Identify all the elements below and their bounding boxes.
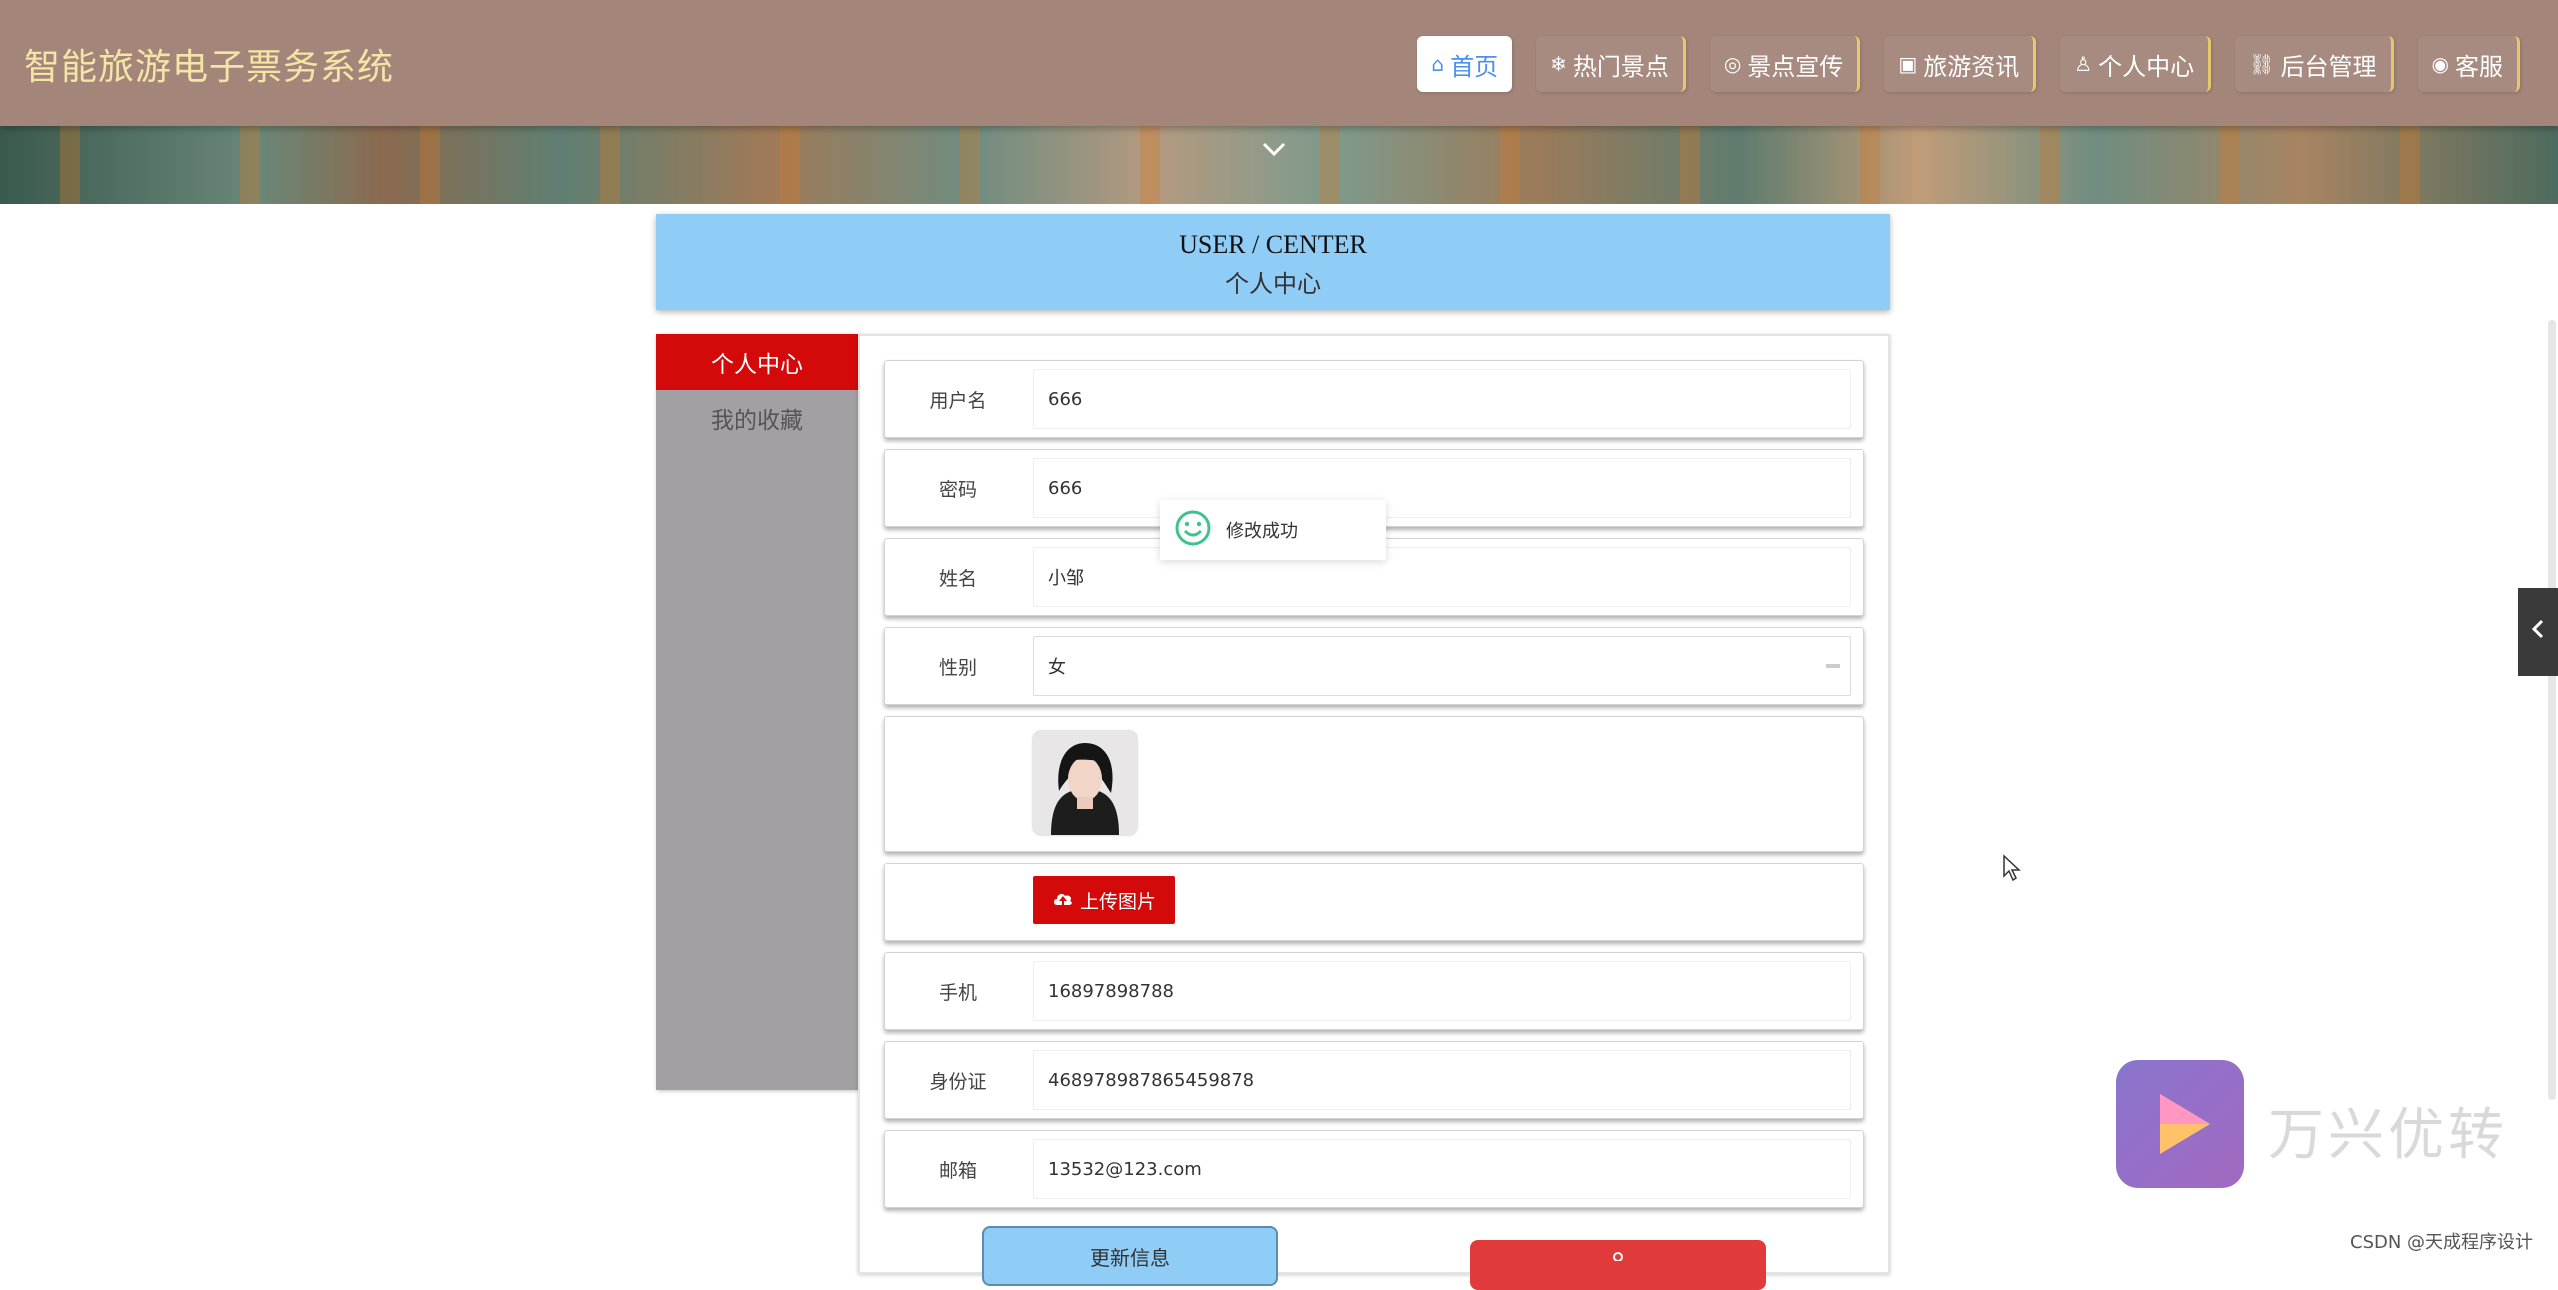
watermark-text: 万兴优转 <box>2268 1103 2508 1168</box>
top-header: 智能旅游电子票务系统 ⌂ 首页 ❄ 热门景点 ◎ 景点宣传 ▣ 旅游资讯 ♙ 个… <box>0 0 2558 126</box>
cloud-upload-icon <box>1052 889 1074 912</box>
password-label: 密码 <box>938 478 977 501</box>
select-caret-icon <box>1826 664 1840 668</box>
nav-travel-news[interactable]: ▣ 旅游资讯 <box>1884 36 2037 92</box>
nav-hot-attractions[interactable]: ❄ 热门景点 <box>1536 36 1686 92</box>
nav-label: 客服 <box>2455 52 2503 81</box>
page-title-en: USER / CENTER <box>1179 230 1367 259</box>
gift-icon: ▣ <box>1898 52 1918 76</box>
gender-select[interactable]: 女 <box>1033 636 1851 696</box>
nav-label: 首页 <box>1450 52 1499 81</box>
nav-admin[interactable]: ⛓ 后台管理 <box>2235 36 2394 92</box>
gender-value: 女 <box>1048 657 1066 678</box>
nav-label: 个人中心 <box>2098 52 2195 81</box>
nav-user-center[interactable]: ♙ 个人中心 <box>2060 36 2212 92</box>
form-row-phone: 手机 16897898788 <box>884 952 1864 1030</box>
success-toast: 修改成功 <box>1160 500 1386 560</box>
smile-icon <box>1174 509 1212 552</box>
email-label: 邮箱 <box>938 1159 977 1182</box>
phone-input[interactable]: 16897898788 <box>1033 961 1851 1021</box>
upload-image-button[interactable]: 上传图片 <box>1033 876 1175 924</box>
form-row-id-card: 身份证 468978987865459878 <box>884 1041 1864 1119</box>
chevron-down-icon[interactable] <box>1256 136 1292 166</box>
support-icon: ◉ <box>2431 52 2449 76</box>
nav-label: 后台管理 <box>2280 52 2377 81</box>
site-title[interactable]: 智能旅游电子票务系统 <box>24 38 394 90</box>
main-nav: ⌂ 首页 ❄ 热门景点 ◎ 景点宣传 ▣ 旅游资讯 ♙ 个人中心 ⛓ 后台管理 … <box>1417 36 2520 92</box>
nav-label: 热门景点 <box>1572 52 1669 81</box>
logout-button[interactable] <box>1470 1240 1766 1290</box>
nav-label: 旅游资讯 <box>1923 52 2020 81</box>
username-input[interactable]: 666 <box>1033 369 1851 429</box>
nav-label: 景点宣传 <box>1747 52 1844 81</box>
avatar <box>1033 731 1137 835</box>
page-title-cn: 个人中心 <box>1225 272 1321 298</box>
profile-form: 用户名 666 密码 666 姓名 小邹 性别 女 上传图片 手机 168978… <box>858 334 1890 1274</box>
username-label: 用户名 <box>929 389 987 412</box>
chevron-left-icon <box>2530 617 2546 648</box>
logout-icon <box>1608 1246 1628 1290</box>
form-row-username: 用户名 666 <box>884 360 1864 438</box>
home-icon: ⌂ <box>1431 52 1445 76</box>
form-row-avatar <box>884 716 1864 852</box>
sidebar-item-user-center[interactable]: 个人中心 <box>656 334 858 390</box>
csdn-watermark: CSDN @天成程序设计 <box>2350 1232 2534 1253</box>
upload-image-label: 上传图片 <box>1079 890 1156 913</box>
side-panel-toggle[interactable] <box>2518 588 2558 676</box>
email-input[interactable]: 13532@123.com <box>1033 1139 1851 1199</box>
update-info-button[interactable]: 更新信息 <box>982 1226 1278 1286</box>
page-title-band: USER / CENTER 个人中心 <box>656 214 1890 310</box>
id-card-input[interactable]: 468978987865459878 <box>1033 1050 1851 1110</box>
palette-icon: ◎ <box>1723 52 1742 76</box>
form-row-upload: 上传图片 <box>884 863 1864 941</box>
page-scrollbar[interactable] <box>2548 320 2556 1100</box>
snowflake-icon: ❄ <box>1550 52 1567 76</box>
sidebar: 个人中心 我的收藏 <box>656 334 858 1090</box>
nav-attraction-promo[interactable]: ◎ 景点宣传 <box>1709 36 1861 92</box>
name-input[interactable]: 小邹 <box>1033 547 1851 607</box>
form-row-gender: 性别 女 <box>884 627 1864 705</box>
link-icon: ⛓ <box>2249 52 2275 76</box>
password-input[interactable]: 666 <box>1033 458 1851 518</box>
toast-text: 修改成功 <box>1226 521 1298 542</box>
gender-label: 性别 <box>938 656 977 679</box>
nav-support[interactable]: ◉ 客服 <box>2417 36 2520 92</box>
form-row-email: 邮箱 13532@123.com <box>884 1130 1864 1208</box>
sidebar-item-favorites[interactable]: 我的收藏 <box>656 390 858 446</box>
phone-label: 手机 <box>938 981 977 1004</box>
name-label: 姓名 <box>938 567 977 590</box>
user-icon: ♙ <box>2074 52 2093 76</box>
watermark-logo <box>2116 1060 2244 1188</box>
id-card-label: 身份证 <box>929 1070 987 1093</box>
nav-home[interactable]: ⌂ 首页 <box>1417 36 1513 92</box>
